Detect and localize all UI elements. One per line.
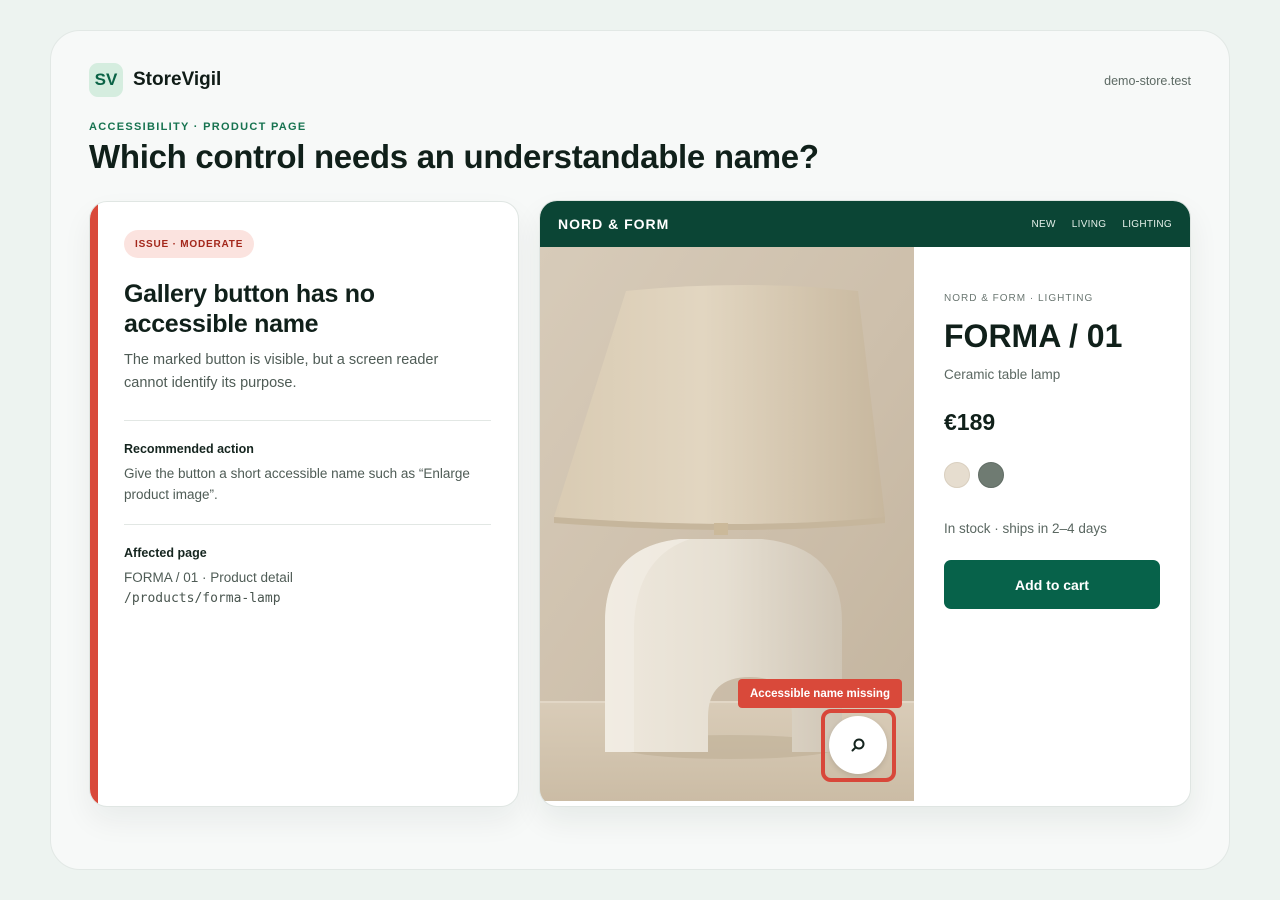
store-preview: NORD & FORM NEW LIVING LIGHTING Accessib… — [539, 200, 1191, 807]
nav-link-living[interactable]: LIVING — [1072, 219, 1107, 230]
search-icon — [851, 738, 865, 752]
affected-page-name: FORMA / 01 · Product detail — [124, 570, 293, 585]
issue-card: ISSUE · MODERATE Gallery button has no a… — [89, 201, 519, 807]
store-logo[interactable]: NORD & FORM — [558, 216, 669, 232]
product-gallery: Accessible name missing — [540, 247, 914, 801]
product-price: €189 — [944, 409, 996, 435]
product-name: FORMA / 01 — [944, 318, 1123, 354]
add-to-cart-button[interactable]: Add to cart — [944, 560, 1160, 609]
product-subtitle: Ceramic table lamp — [944, 367, 1061, 382]
nav-link-new[interactable]: NEW — [1032, 219, 1056, 230]
color-swatch-sage[interactable] — [978, 462, 1004, 488]
nav-link-lighting[interactable]: LIGHTING — [1122, 219, 1172, 230]
affected-page-path: /products/forma-lamp — [124, 591, 281, 606]
color-swatch-sand[interactable] — [944, 462, 970, 488]
section-eyebrow: ACCESSIBILITY · PRODUCT PAGE — [89, 121, 307, 133]
store-nav-links: NEW LIVING LIGHTING — [1032, 219, 1172, 230]
missing-name-tooltip: Accessible name missing — [738, 679, 902, 708]
recommended-action-text: Give the button a short accessible name … — [124, 466, 470, 502]
divider — [124, 420, 491, 421]
severity-badge: ISSUE · MODERATE — [124, 230, 255, 258]
product-details: NORD & FORM · LIGHTING FORMA / 01 Cerami… — [914, 247, 1190, 806]
gallery-zoom-button[interactable] — [829, 716, 887, 774]
brand: SV StoreVigil — [89, 63, 221, 97]
severity-stripe — [90, 202, 98, 806]
issue-description: The marked button is visible, but a scre… — [124, 352, 439, 391]
app-logo: SV — [89, 63, 123, 97]
affected-page-label: Affected page — [124, 546, 207, 560]
recommended-action-label: Recommended action — [124, 442, 254, 456]
issue-title: Gallery button has no accessible name — [124, 280, 375, 338]
stock-status: In stock · ships in 2–4 days — [944, 521, 1107, 536]
divider — [124, 524, 491, 525]
app-name: StoreVigil — [133, 69, 222, 90]
product-breadcrumb: NORD & FORM · LIGHTING — [944, 293, 1094, 304]
page-title: Which control needs an understandable na… — [89, 138, 819, 175]
store-nav: NORD & FORM NEW LIVING LIGHTING — [540, 201, 1190, 247]
site-domain: demo-store.test — [1104, 74, 1191, 88]
